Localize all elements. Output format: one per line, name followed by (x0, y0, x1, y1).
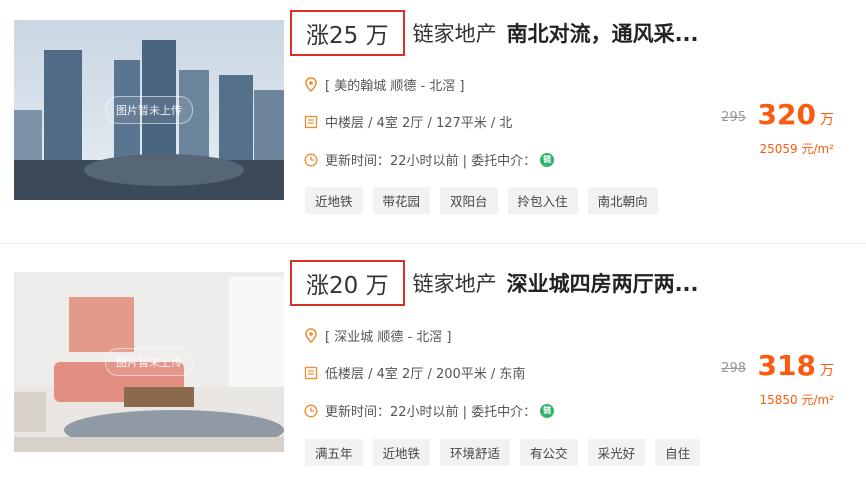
title-row: 涨20 万 链家地产 深业城四房两厅两... (290, 260, 699, 306)
image-placeholder-label: 图片暂未上传 (105, 348, 193, 376)
tag: 拎包入住 (507, 187, 578, 214)
tag: 近地铁 (372, 439, 431, 466)
listing-thumbnail[interactable]: 图片暂未上传 (14, 272, 284, 452)
location-link[interactable]: [ 美的翰城 顺德 - 北滘 ] (325, 75, 465, 94)
tag: 自住 (655, 439, 701, 466)
clock-icon (303, 152, 319, 168)
image-placeholder-label: 图片暂未上传 (105, 96, 193, 124)
details-line: 中楼层 / 4室 2厅 / 127平米 / 北 (303, 112, 512, 131)
listing-divider (0, 243, 866, 244)
agent-logo-icon[interactable]: 链 (540, 152, 555, 167)
listing-thumbnail[interactable]: 图片暂未上传 (14, 20, 284, 200)
location-line: [ 美的翰城 顺德 - 北滘 ] (303, 75, 465, 94)
location-line: [ 深业城 顺德 - 北滘 ] (303, 326, 452, 345)
total-price-value: 320 (757, 98, 816, 131)
unit-price: 25059 元/m² (759, 142, 834, 156)
listing-title[interactable]: 南北对流，通风采... (507, 18, 699, 48)
building-icon (303, 114, 319, 130)
tag: 有公交 (520, 439, 578, 466)
tag-list: 近地铁 带花园 双阳台 拎包入住 南北朝向 (305, 187, 668, 214)
location-link[interactable]: [ 深业城 顺德 - 北滘 ] (325, 326, 452, 345)
agent-logo-icon[interactable]: 链 (540, 403, 555, 418)
total-price-unit: 万 (820, 112, 834, 128)
original-price: 298 (721, 361, 746, 376)
house-details: 中楼层 / 4室 2厅 / 127平米 / 北 (325, 116, 513, 131)
listing-card[interactable]: 图片暂未上传 涨20 万 链家地产 深业城四房两厅两... [ 深业城 顺德 -… (0, 250, 866, 495)
update-line: 更新时间：22小时以前 | 委托中介： 链 (303, 150, 555, 169)
location-pin-icon (303, 328, 319, 344)
house-details: 低楼层 / 4室 2厅 / 200平米 / 东南 (325, 367, 526, 382)
title-row: 涨25 万 链家地产 南北对流，通风采... (290, 10, 699, 56)
building-icon (303, 365, 319, 381)
listing-card[interactable]: 图片暂未上传 涨25 万 链家地产 南北对流，通风采... [ 美的翰城 顺德 … (0, 0, 866, 245)
update-line: 更新时间：22小时以前 | 委托中介： 链 (303, 401, 555, 420)
total-price: 320 万 (758, 98, 834, 131)
agency-name: 链家地产 (412, 22, 497, 46)
total-price-value: 318 (757, 349, 816, 382)
details-line: 低楼层 / 4室 2厅 / 200平米 / 东南 (303, 363, 525, 382)
update-time: 更新时间：22小时以前 | 委托中介： (325, 405, 537, 420)
total-price-unit: 万 (820, 363, 834, 379)
tag: 环境舒适 (440, 439, 511, 466)
clock-icon (303, 403, 319, 419)
listing-title[interactable]: 深业城四房两厅两... (507, 268, 699, 298)
update-time: 更新时间：22小时以前 | 委托中介： (325, 154, 537, 169)
tag: 采光好 (587, 439, 646, 466)
price-rise-label: 涨25 万 (290, 10, 405, 56)
tag: 满五年 (305, 439, 363, 466)
total-price: 318 万 (758, 349, 834, 382)
tag: 双阳台 (440, 187, 498, 214)
agency-name: 链家地产 (412, 272, 497, 296)
tag-list: 满五年 近地铁 环境舒适 有公交 采光好 自住 (305, 439, 710, 466)
price-rise-label: 涨20 万 (290, 260, 405, 306)
original-price: 295 (721, 110, 746, 125)
tag: 带花园 (372, 187, 431, 214)
tag: 近地铁 (305, 187, 363, 214)
location-pin-icon (303, 77, 319, 93)
tag: 南北朝向 (587, 187, 658, 214)
unit-price: 15850 元/m² (759, 393, 834, 407)
